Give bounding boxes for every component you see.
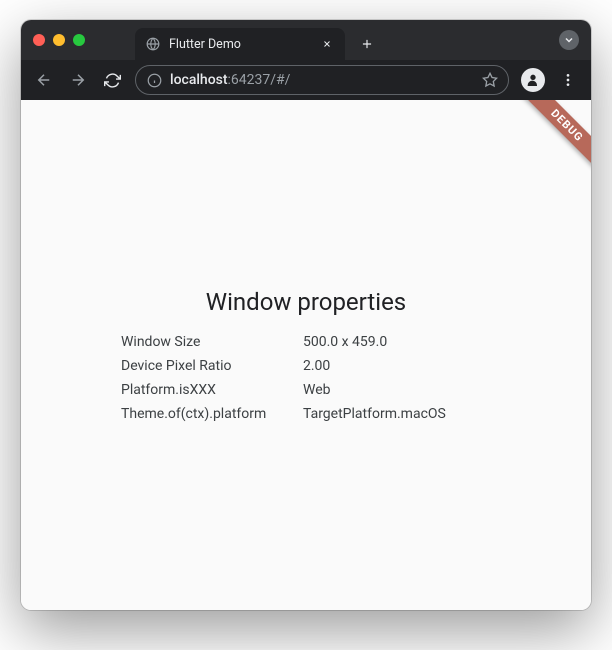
back-button[interactable]	[29, 65, 59, 95]
reload-button[interactable]	[97, 65, 127, 95]
title-bar: Flutter Demo	[21, 20, 591, 60]
bookmark-button[interactable]	[482, 72, 498, 88]
overflow-menu-button[interactable]	[553, 65, 583, 95]
maximize-window-button[interactable]	[73, 34, 85, 46]
profile-button[interactable]	[521, 68, 545, 92]
page-viewport: DEBUG Window properties Window Size 500.…	[21, 100, 591, 610]
address-bar[interactable]: localhost:64237/#/	[135, 65, 509, 95]
prop-value: TargetPlatform.macOS	[303, 406, 491, 422]
prop-label: Theme.of(ctx).platform	[121, 406, 291, 422]
tabs-dropdown-button[interactable]	[559, 30, 579, 50]
prop-label: Device Pixel Ratio	[121, 358, 291, 374]
new-tab-button[interactable]	[353, 30, 381, 58]
close-window-button[interactable]	[33, 34, 45, 46]
site-info-icon[interactable]	[146, 72, 162, 88]
url-path: /#/	[270, 72, 290, 88]
forward-button[interactable]	[63, 65, 93, 95]
prop-label: Platform.isXXX	[121, 382, 291, 398]
page-title: Window properties	[206, 288, 406, 316]
tab-title: Flutter Demo	[169, 37, 311, 52]
url-port: :64237	[228, 72, 271, 88]
prop-label: Window Size	[121, 334, 291, 350]
url-host: localhost	[170, 72, 228, 88]
properties-grid: Window Size 500.0 x 459.0 Device Pixel R…	[121, 334, 491, 422]
prop-value: Web	[303, 382, 491, 398]
browser-chrome: Flutter Demo	[21, 20, 591, 100]
prop-value: 2.00	[303, 358, 491, 374]
url-display: localhost:64237/#/	[170, 72, 474, 88]
browser-window: Flutter Demo	[21, 20, 591, 610]
window-controls	[33, 34, 85, 46]
toolbar: localhost:64237/#/	[21, 60, 591, 100]
globe-icon	[145, 36, 161, 52]
browser-tab[interactable]: Flutter Demo	[135, 28, 345, 60]
close-tab-button[interactable]	[319, 36, 335, 52]
page-content: Window properties Window Size 500.0 x 45…	[21, 100, 591, 610]
prop-value: 500.0 x 459.0	[303, 334, 491, 350]
minimize-window-button[interactable]	[53, 34, 65, 46]
